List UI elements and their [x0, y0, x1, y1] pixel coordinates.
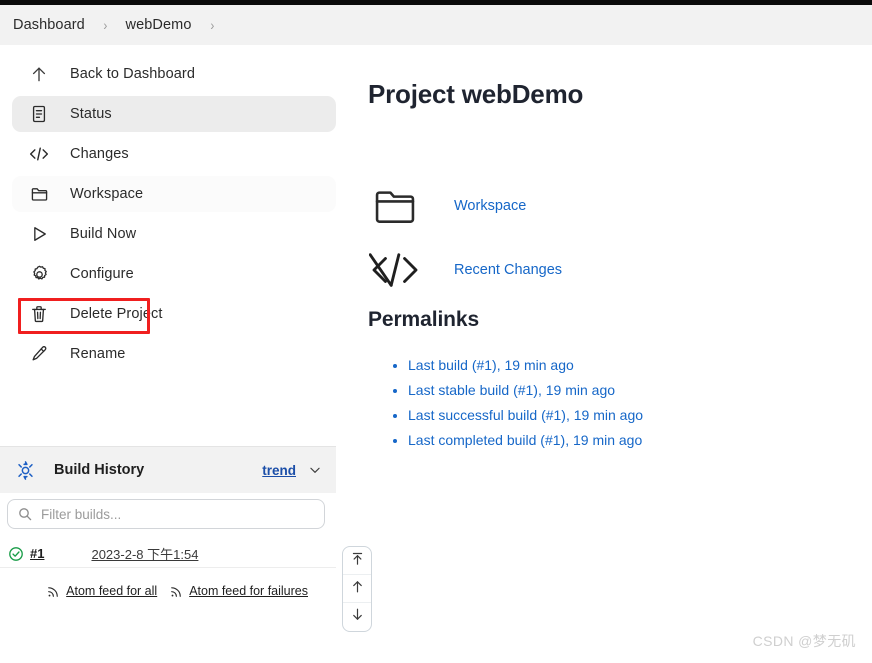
scroll-button-stack: [342, 546, 372, 632]
main-content: Project webDemo Workspace Recent Changes…: [368, 52, 868, 454]
sidebar-item-label: Build Now: [70, 226, 137, 242]
sidebar-item-workspace[interactable]: Workspace: [12, 176, 336, 212]
build-filter-input[interactable]: [7, 499, 325, 529]
code-icon: [28, 143, 50, 165]
sidebar-item-build-now[interactable]: Build Now: [12, 216, 336, 252]
project-links: Workspace Recent Changes: [368, 176, 868, 300]
play-icon: [28, 223, 50, 245]
chevron-down-icon[interactable]: [308, 463, 322, 477]
arrow-up-icon: [28, 63, 50, 85]
build-history-header: Build History trend: [0, 446, 336, 493]
sidebar-item-configure[interactable]: Configure: [12, 256, 336, 292]
sidebar-item-status[interactable]: Status: [12, 96, 336, 132]
list-item[interactable]: Last stable build (#1), 19 min ago: [408, 379, 868, 401]
jump-to-top-button[interactable]: [343, 547, 371, 575]
breadcrumb: Dashboard › webDemo ›: [0, 5, 872, 45]
workspace-link-row[interactable]: Workspace: [368, 176, 868, 236]
folder-icon: [368, 182, 422, 230]
sidebar-item-label: Changes: [70, 146, 129, 162]
permalink-last-completed-build[interactable]: Last completed build (#1), 19 min ago: [408, 432, 642, 448]
sidebar-item-delete-project[interactable]: Delete Project: [12, 296, 336, 332]
build-history-title: Build History: [54, 462, 145, 478]
list-item[interactable]: Last build (#1), 19 min ago: [408, 354, 868, 376]
sidebar-item-changes[interactable]: Changes: [12, 136, 336, 172]
jenkins-project-page: Dashboard › webDemo › Back to Dashboard …: [0, 0, 872, 663]
code-icon: [368, 246, 422, 294]
sidebar-item-back-to-dashboard[interactable]: Back to Dashboard: [12, 56, 336, 92]
build-history-controls: trend: [262, 463, 322, 478]
sidebar-item-label: Delete Project: [70, 306, 163, 322]
list-item[interactable]: Last successful build (#1), 19 min ago: [408, 404, 868, 426]
arrow-down-icon: [350, 607, 365, 627]
atom-feed-row: Atom feed for all Atom feed for failures: [0, 578, 336, 604]
atom-feed-label: Atom feed for all: [66, 584, 158, 598]
build-number-link[interactable]: #1: [30, 546, 44, 561]
weather-vane-icon: [14, 459, 36, 481]
sidebar-item-label: Configure: [70, 266, 134, 282]
permalinks-title: Permalinks: [368, 308, 480, 331]
rss-icon: [169, 584, 184, 599]
sidebar-item-label: Back to Dashboard: [70, 66, 196, 82]
build-timestamp-link[interactable]: 2023-2-8 下午1:54: [91, 544, 198, 563]
atom-feed-for-failures-link[interactable]: Atom feed for failures: [169, 584, 308, 599]
document-icon: [28, 103, 50, 125]
recent-changes-link-row[interactable]: Recent Changes: [368, 240, 868, 300]
atom-feed-label: Atom feed for failures: [189, 584, 308, 598]
breadcrumb-separator-icon-2: ›: [209, 17, 214, 33]
permalink-last-build[interactable]: Last build (#1), 19 min ago: [408, 357, 574, 373]
sidebar: Back to Dashboard Status Changes Workspa…: [0, 52, 336, 376]
search-icon: [17, 506, 33, 522]
scroll-down-button[interactable]: [343, 603, 371, 631]
check-circle-icon: [8, 546, 24, 562]
atom-feed-for-all-link[interactable]: Atom feed for all: [46, 584, 157, 599]
arrow-up-icon: [350, 579, 365, 599]
sidebar-item-label: Status: [70, 106, 112, 122]
list-item[interactable]: Last completed build (#1), 19 min ago: [408, 429, 868, 451]
pencil-icon: [28, 343, 50, 365]
permalink-last-successful-build[interactable]: Last successful build (#1), 19 min ago: [408, 407, 643, 423]
rss-icon: [46, 584, 61, 599]
trend-link[interactable]: trend: [262, 463, 296, 478]
permalink-last-stable-build[interactable]: Last stable build (#1), 19 min ago: [408, 382, 615, 398]
sidebar-item-rename[interactable]: Rename: [12, 336, 336, 372]
trash-icon: [28, 303, 50, 325]
gear-icon: [28, 263, 50, 285]
scroll-up-button[interactable]: [343, 575, 371, 603]
sidebar-item-label: Rename: [70, 346, 126, 362]
watermark: CSDN @梦无矶: [752, 633, 856, 649]
breadcrumb-separator-icon: ›: [103, 17, 108, 33]
breadcrumb-item-dashboard[interactable]: Dashboard: [11, 15, 87, 35]
build-history-row[interactable]: #1 2023-2-8 下午1:54: [0, 540, 336, 568]
workspace-link-label[interactable]: Workspace: [454, 198, 526, 214]
sidebar-item-label: Workspace: [70, 186, 144, 202]
recent-changes-link-label[interactable]: Recent Changes: [454, 262, 562, 278]
permalinks-list: Last build (#1), 19 min ago Last stable …: [368, 354, 868, 451]
arrow-to-top-icon: [350, 551, 365, 571]
page-title: Project webDemo: [368, 79, 584, 109]
folder-icon: [28, 183, 50, 205]
build-filter-container: [7, 499, 325, 529]
breadcrumb-item-webdemo[interactable]: webDemo: [124, 15, 194, 35]
